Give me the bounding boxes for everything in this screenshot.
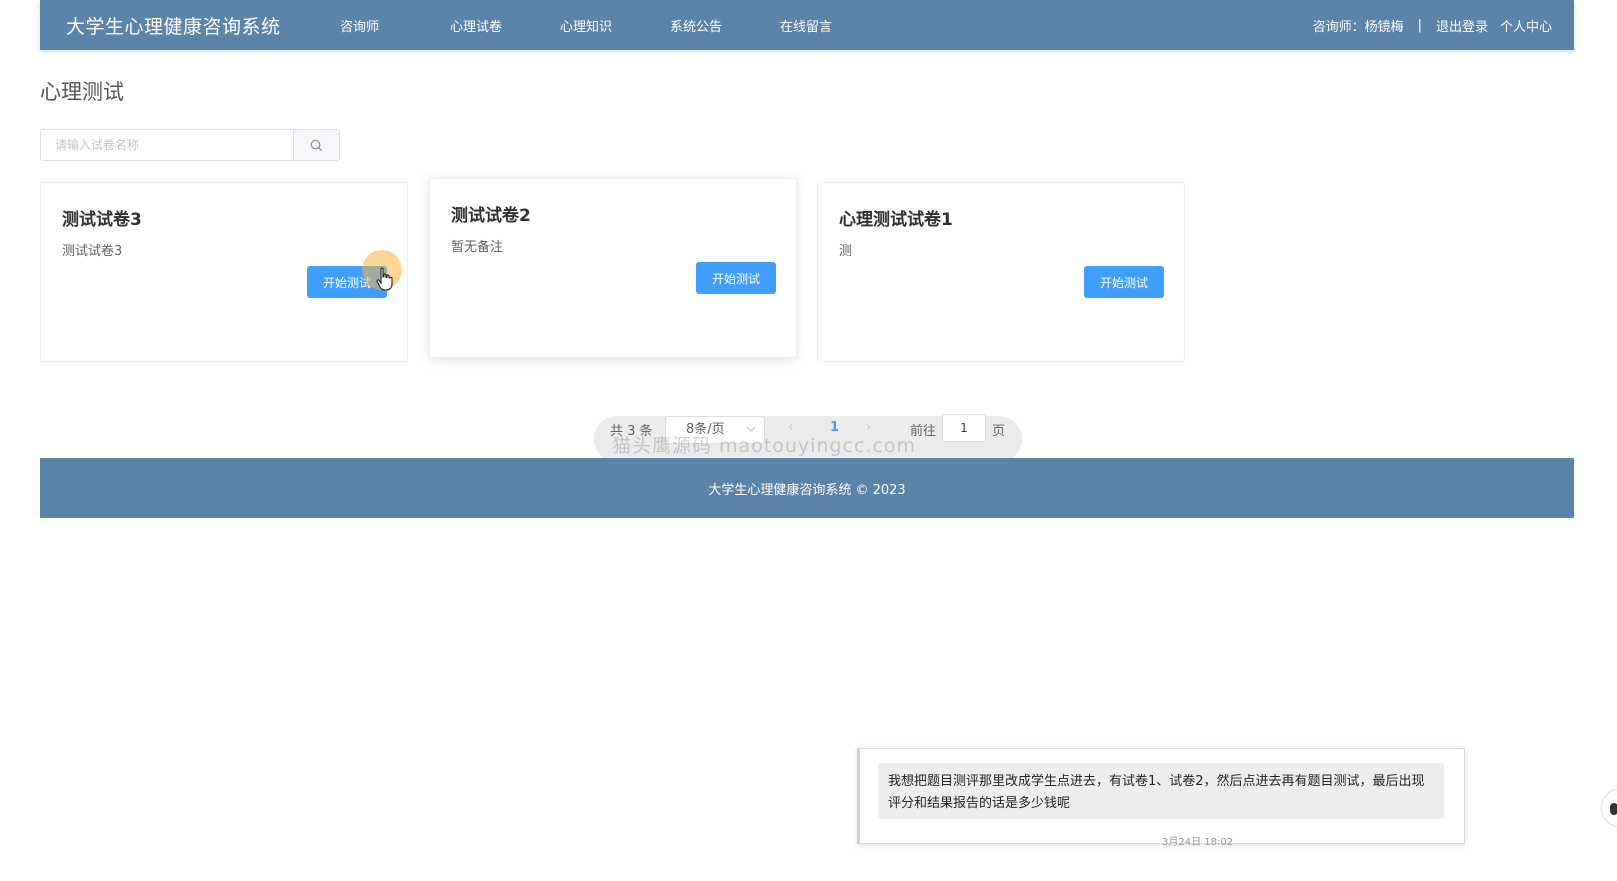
search-input[interactable] <box>41 130 293 160</box>
pagination: 共 3 条 8条/页 ‹ 1 › 前往 页 猫头鹰源码 maotouyingcc… <box>594 414 1022 462</box>
card-description: 测试试卷3 <box>62 244 123 259</box>
nav-link-test-papers[interactable]: 心理试卷 <box>450 16 560 35</box>
chat-message-line: 我想把题目测评那里改成学生点进去，有试卷1、试卷2，然后点进去再有题目测试，最后… <box>888 774 1425 789</box>
top-navbar: 大学生心理健康咨询系统 咨询师 心理试卷 心理知识 系统公告 在线留言 咨询师：… <box>40 0 1574 50</box>
goto-page-input[interactable] <box>942 414 986 442</box>
chat-message-line: 评分和结果报告的话是多少钱呢 <box>888 796 1071 811</box>
search-button[interactable] <box>293 130 339 160</box>
watermark: 猫头鹰源码 maotouyingcc.com <box>612 435 917 457</box>
nav-link-announcements[interactable]: 系统公告 <box>670 16 780 35</box>
nav-link-knowledge[interactable]: 心理知识 <box>560 16 670 35</box>
test-card: 测试试卷3 测试试卷3 开始测试 <box>40 182 408 362</box>
card-description: 测 <box>839 244 853 259</box>
card-title: 心理测试试卷1 <box>839 210 953 230</box>
page-title: 心理测试 <box>40 80 124 104</box>
chat-message-panel: 我想把题目测评那里改成学生点进去，有试卷1、试卷2，然后点进去再有题目测试，最后… <box>857 748 1465 848</box>
hand-cursor-icon <box>376 267 393 291</box>
nav-link-messages[interactable]: 在线留言 <box>780 16 890 35</box>
footer: 大学生心理健康咨询系统 © 2023 <box>40 458 1574 518</box>
page-unit-label: 页 <box>992 424 1006 439</box>
card-title: 测试试卷3 <box>62 210 142 230</box>
card-title: 测试试卷2 <box>451 206 531 226</box>
profile-link[interactable]: 个人中心 <box>1500 16 1552 35</box>
start-test-button[interactable]: 开始测试 <box>1084 266 1164 298</box>
nav-links: 咨询师 心理试卷 心理知识 系统公告 在线留言 <box>340 16 890 35</box>
chat-bubble: 我想把题目测评那里改成学生点进去，有试卷1、试卷2，然后点进去再有题目测试，最后… <box>878 763 1444 819</box>
chat-timestamp: 3月24日 18:02 <box>1162 837 1234 848</box>
separator: | <box>1417 17 1422 33</box>
floating-button-icon <box>1610 803 1617 815</box>
test-card: 测试试卷2 暂无备注 开始测试 <box>429 178 797 358</box>
current-user-label: 咨询师：杨镜梅 <box>1312 19 1404 35</box>
test-card: 心理测试试卷1 测 开始测试 <box>817 182 1185 362</box>
brand-title[interactable]: 大学生心理健康咨询系统 <box>66 12 314 39</box>
search-bar <box>40 129 340 161</box>
card-description: 暂无备注 <box>451 240 504 255</box>
search-icon <box>310 139 323 151</box>
user-menu: 咨询师：杨镜梅 | 退出登录 个人中心 <box>1313 16 1552 35</box>
logout-link[interactable]: 退出登录 <box>1436 16 1488 35</box>
nav-link-counselors[interactable]: 咨询师 <box>340 16 450 35</box>
floating-edge-button[interactable] <box>1601 788 1617 828</box>
start-test-button[interactable]: 开始测试 <box>696 262 776 294</box>
footer-text: 大学生心理健康咨询系统 © 2023 <box>708 482 906 498</box>
